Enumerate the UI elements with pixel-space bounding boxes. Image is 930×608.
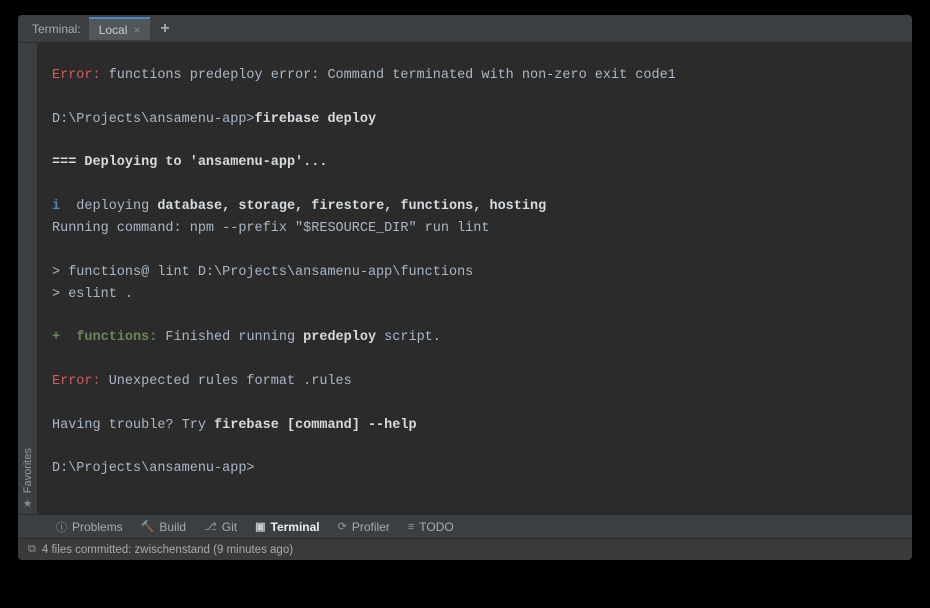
terminal-panel-label: Terminal: xyxy=(32,22,81,36)
vcs-icon: ⧉ xyxy=(28,543,36,556)
terminal-line xyxy=(52,305,898,327)
tool-label: Build xyxy=(159,520,186,534)
terminal-tab-label: Local xyxy=(99,23,128,37)
bottom-tool-bar: ⓘ Problems 🔨 Build ⎇ Git ▣ Terminal ⟳ Profiler ≡ TO… xyxy=(18,514,912,538)
close-tab-icon[interactable]: × xyxy=(133,23,140,37)
terminal-line xyxy=(52,131,898,153)
terminal-line xyxy=(52,349,898,371)
terminal-line: Error: functions predeploy error: Comman… xyxy=(52,65,898,87)
terminal-line xyxy=(52,87,898,109)
tool-terminal[interactable]: ▣ Terminal xyxy=(255,520,320,534)
main-area: Favorites ★ Error: functions predeploy e… xyxy=(18,43,912,514)
ide-window: Terminal: Local × + Favorites ★ Error: f… xyxy=(18,15,912,560)
terminal-tab-bar: Terminal: Local × + xyxy=(18,15,912,43)
terminal-line: + functions: Finished running predeploy … xyxy=(52,327,898,349)
terminal-line: > functions@ lint D:\Projects\ansamenu-a… xyxy=(52,262,898,284)
terminal-icon: ▣ xyxy=(255,520,265,533)
star-icon: ★ xyxy=(23,497,33,510)
tool-label: Terminal xyxy=(271,520,320,534)
build-icon: 🔨 xyxy=(141,520,155,533)
profiler-icon: ⟳ xyxy=(338,520,347,533)
tool-build[interactable]: 🔨 Build xyxy=(141,520,186,534)
tool-problems[interactable]: ⓘ Problems xyxy=(56,519,123,535)
tool-profiler[interactable]: ⟳ Profiler xyxy=(338,520,390,534)
tool-label: Profiler xyxy=(352,520,390,534)
terminal-line: > eslint . xyxy=(52,284,898,306)
tool-label: Git xyxy=(222,520,237,534)
terminal-line xyxy=(52,240,898,262)
git-icon: ⎇ xyxy=(204,520,217,533)
terminal-line: Running command: npm --prefix "$RESOURCE… xyxy=(52,218,898,240)
tool-label: Problems xyxy=(72,520,123,534)
terminal-tab-local[interactable]: Local × xyxy=(89,17,151,40)
new-terminal-tab-button[interactable]: + xyxy=(150,20,179,38)
favorites-tab[interactable]: Favorites xyxy=(22,448,34,493)
problems-icon: ⓘ xyxy=(56,519,67,535)
terminal-line: === Deploying to 'ansamenu-app'... xyxy=(52,152,898,174)
tool-todo[interactable]: ≡ TODO xyxy=(408,520,454,534)
terminal-line: D:\Projects\ansamenu-app> xyxy=(52,458,898,480)
terminal-line xyxy=(52,393,898,415)
tool-git[interactable]: ⎇ Git xyxy=(204,520,237,534)
terminal-line xyxy=(52,174,898,196)
status-message: 4 files committed: zwischenstand (9 minu… xyxy=(42,544,293,556)
terminal-line xyxy=(52,437,898,459)
terminal-line: D:\Projects\ansamenu-app>firebase deploy xyxy=(52,109,898,131)
status-bar: ⧉ 4 files committed: zwischenstand (9 mi… xyxy=(18,538,912,560)
tool-label: TODO xyxy=(419,520,453,534)
left-tool-rail: Favorites ★ xyxy=(18,43,38,514)
terminal-line: i deploying database, storage, firestore… xyxy=(52,196,898,218)
terminal-line: Error: Unexpected rules format .rules xyxy=(52,371,898,393)
todo-icon: ≡ xyxy=(408,521,414,533)
terminal-line: Having trouble? Try firebase [command] -… xyxy=(52,415,898,437)
terminal-output[interactable]: Error: functions predeploy error: Comman… xyxy=(38,43,912,514)
